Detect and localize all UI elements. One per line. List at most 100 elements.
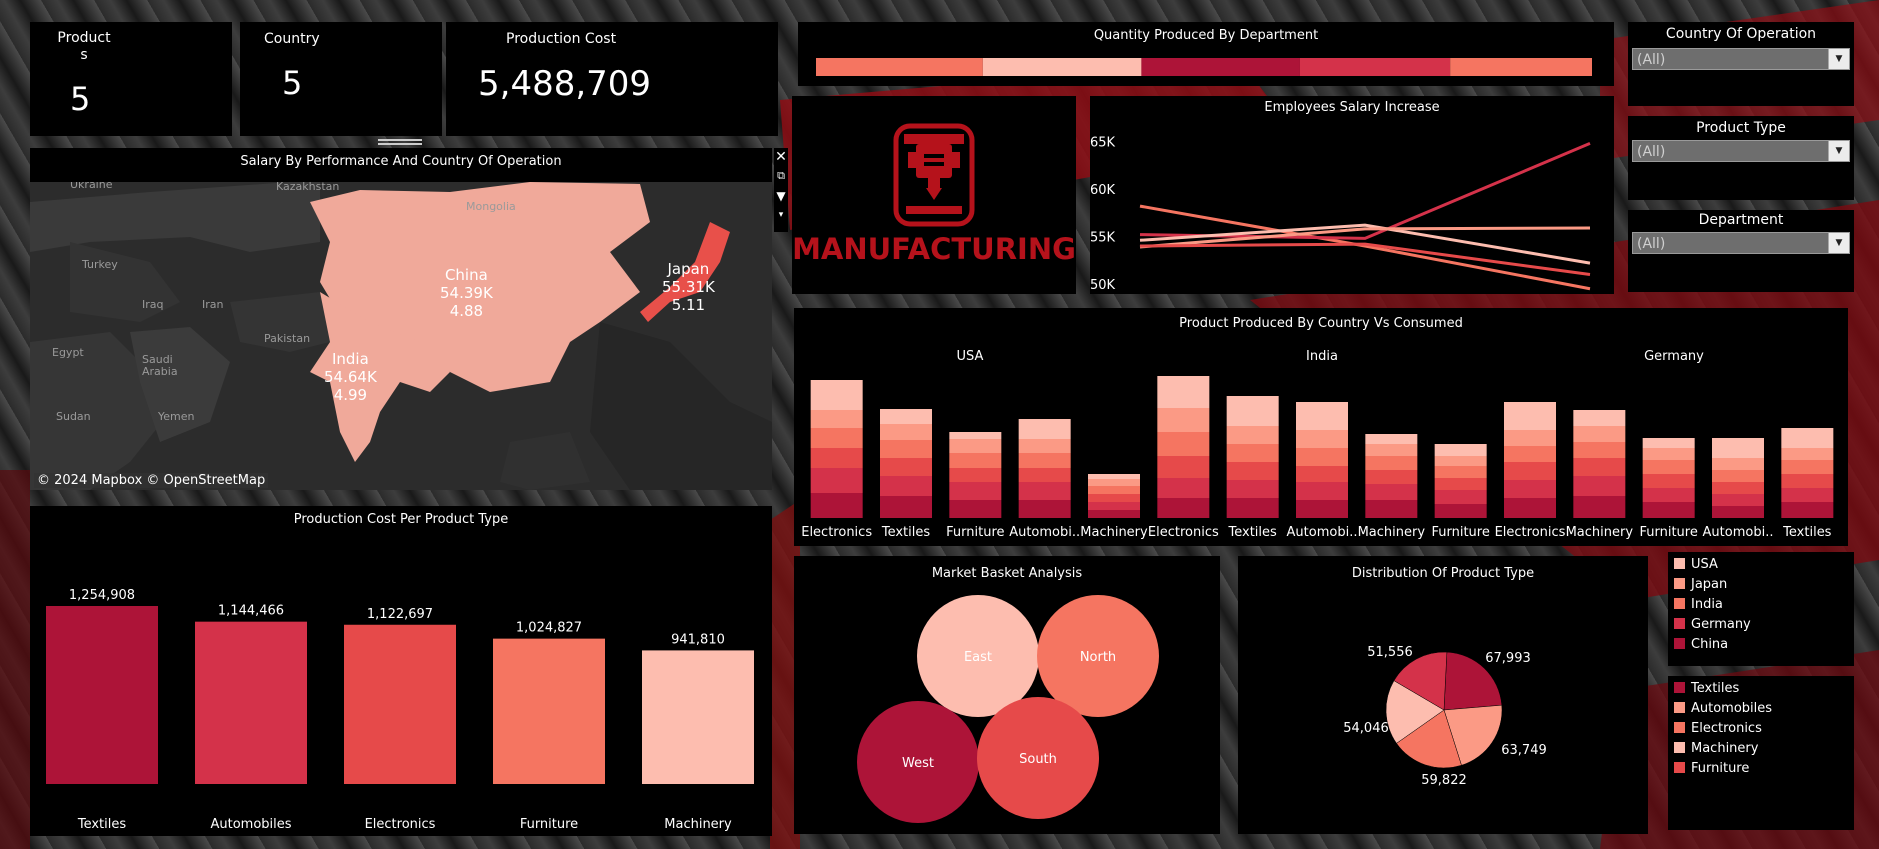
stack-segment[interactable] xyxy=(1296,466,1348,482)
stack-segment[interactable] xyxy=(949,432,1002,439)
stack-segment[interactable] xyxy=(810,468,863,493)
salary-line[interactable] xyxy=(1139,204,1591,291)
stack-segment[interactable] xyxy=(1504,480,1556,498)
stack-segment[interactable] xyxy=(1088,479,1140,486)
quantity-segment[interactable] xyxy=(982,58,1142,76)
stack-segment[interactable] xyxy=(1296,448,1348,466)
filter-department-select[interactable]: (All) ▼ xyxy=(1632,232,1850,254)
stack-segment[interactable] xyxy=(1504,446,1556,462)
stack-segment[interactable] xyxy=(1573,458,1626,476)
stack-segment[interactable] xyxy=(949,453,1002,468)
stack-segment[interactable] xyxy=(1504,462,1556,480)
close-icon[interactable]: ✕ xyxy=(774,148,788,166)
stack-segment[interactable] xyxy=(1296,402,1348,430)
stack-segment[interactable] xyxy=(880,409,932,424)
stack-segment[interactable] xyxy=(1642,488,1695,502)
map-label-india[interactable]: India 54.64K 4.99 xyxy=(324,350,377,404)
stack-segment[interactable] xyxy=(880,476,932,496)
stack-segment[interactable] xyxy=(1365,456,1418,470)
stack-segment[interactable] xyxy=(1226,462,1279,480)
stack-segment[interactable] xyxy=(1157,432,1210,456)
stack-segment[interactable] xyxy=(1781,428,1834,448)
stack-segment[interactable] xyxy=(1712,506,1764,518)
stack-segment[interactable] xyxy=(1018,468,1071,482)
stack-segment[interactable] xyxy=(1157,376,1210,408)
stack-segment[interactable] xyxy=(1226,426,1279,444)
stack-segment[interactable] xyxy=(1434,466,1487,478)
stack-segment[interactable] xyxy=(810,428,863,448)
stack-segment[interactable] xyxy=(1712,458,1764,470)
cost-bar[interactable] xyxy=(493,638,605,784)
stack-segment[interactable] xyxy=(1434,444,1487,456)
stack-segment[interactable] xyxy=(1157,498,1210,518)
map-label-japan[interactable]: Japan 55.31K 5.11 xyxy=(662,260,715,314)
stack-segment[interactable] xyxy=(1573,496,1626,518)
stack-segment[interactable] xyxy=(1434,490,1487,504)
cost-bar[interactable] xyxy=(642,650,754,784)
stack-segment[interactable] xyxy=(810,410,863,428)
stack-segment[interactable] xyxy=(1573,442,1626,458)
stack-segment[interactable] xyxy=(1712,482,1764,494)
more-options-icon[interactable]: ▾ xyxy=(774,206,788,224)
stack-segment[interactable] xyxy=(1018,500,1071,518)
stack-segment[interactable] xyxy=(1365,444,1418,456)
stack-segment[interactable] xyxy=(1573,410,1626,426)
stack-segment[interactable] xyxy=(1781,474,1834,488)
country-legend-item[interactable]: China xyxy=(1674,636,1728,654)
stack-segment[interactable] xyxy=(1365,500,1418,518)
filter-country-select[interactable]: (All) ▼ xyxy=(1632,48,1850,70)
stack-segment[interactable] xyxy=(1504,498,1556,518)
stack-segment[interactable] xyxy=(1018,439,1071,453)
distribution-chart[interactable]: 67,993 63,749 59,822 54,046 51,556 xyxy=(1238,556,1648,834)
stack-segment[interactable] xyxy=(1088,486,1140,494)
product-legend-item[interactable]: Machinery xyxy=(1674,740,1758,758)
stack-segment[interactable] xyxy=(949,500,1002,518)
stack-segment[interactable] xyxy=(1504,430,1556,446)
stack-segment[interactable] xyxy=(1712,438,1764,458)
stack-segment[interactable] xyxy=(810,493,863,518)
stack-segment[interactable] xyxy=(1157,478,1210,498)
country-legend-item[interactable]: USA xyxy=(1674,556,1718,574)
cost-bar[interactable] xyxy=(344,624,456,784)
production-cost-type-chart[interactable]: 1,254,908 Textiles 1,144,466 Automobiles 1,1… xyxy=(30,506,772,836)
stack-segment[interactable] xyxy=(1712,494,1764,506)
stack-segment[interactable] xyxy=(1434,478,1487,490)
stack-segment[interactable] xyxy=(1642,460,1695,474)
stack-segment[interactable] xyxy=(880,424,932,440)
stack-segment[interactable] xyxy=(880,496,932,518)
country-legend-item[interactable]: India xyxy=(1674,596,1723,614)
stack-segment[interactable] xyxy=(1365,434,1418,444)
chevron-down-icon[interactable]: ▼ xyxy=(1828,49,1849,69)
stack-segment[interactable] xyxy=(1157,456,1210,478)
stack-segment[interactable] xyxy=(1781,460,1834,474)
stack-segment[interactable] xyxy=(1226,396,1279,426)
quantity-segment[interactable] xyxy=(1450,58,1592,76)
popout-icon[interactable]: ⧉ xyxy=(774,166,788,186)
country-legend-item[interactable]: Japan xyxy=(1674,576,1727,594)
stack-segment[interactable] xyxy=(810,448,863,468)
map-label-china[interactable]: China 54.39K 4.88 xyxy=(440,266,493,320)
stack-segment[interactable] xyxy=(1226,444,1279,462)
stack-segment[interactable] xyxy=(1226,498,1279,518)
stack-segment[interactable] xyxy=(1642,474,1695,488)
stack-segment[interactable] xyxy=(1365,470,1418,484)
stack-segment[interactable] xyxy=(1365,484,1418,500)
stack-segment[interactable] xyxy=(810,380,863,410)
stack-segment[interactable] xyxy=(880,458,932,476)
stack-segment[interactable] xyxy=(1296,430,1348,448)
stack-segment[interactable] xyxy=(1226,480,1279,498)
stack-segment[interactable] xyxy=(880,440,932,458)
stack-segment[interactable] xyxy=(1573,426,1626,442)
stack-segment[interactable] xyxy=(1088,502,1140,510)
quantity-segment[interactable] xyxy=(1299,58,1451,76)
cost-bar[interactable] xyxy=(195,621,307,784)
stack-segment[interactable] xyxy=(1642,448,1695,460)
product-legend-item[interactable]: Textiles xyxy=(1674,680,1739,698)
product-legend-item[interactable]: Automobiles xyxy=(1674,700,1772,718)
cost-bar[interactable] xyxy=(46,606,158,784)
map-canvas[interactable]: Ukraine Kazakhstan Mongolia Turkey Iraq … xyxy=(30,182,772,490)
salary-line[interactable] xyxy=(1139,242,1591,276)
stack-segment[interactable] xyxy=(1296,482,1348,500)
chevron-down-icon[interactable]: ▼ xyxy=(1828,141,1849,161)
market-basket-chart[interactable]: East North West South xyxy=(794,556,1220,834)
